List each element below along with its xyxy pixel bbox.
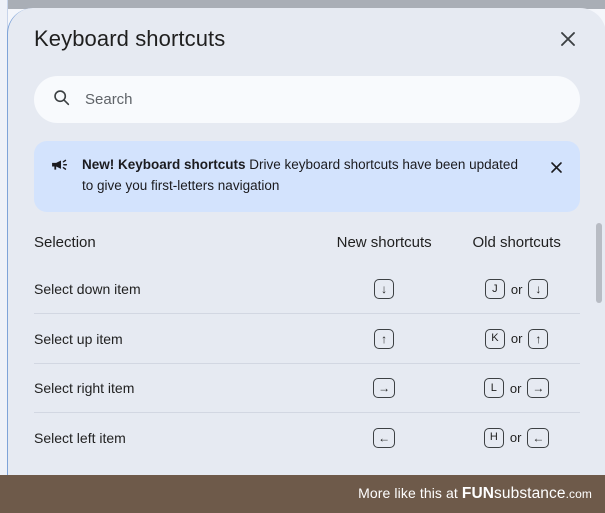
- table-row: Select down item ↓ Jor ↓: [34, 265, 580, 314]
- shortcuts-table: Selection New shortcuts Old shortcuts Se…: [34, 226, 580, 462]
- new-shortcut-keys: ←: [373, 427, 396, 448]
- shortcut-action-label: Select up item: [34, 313, 316, 364]
- or-separator: or: [509, 380, 522, 396]
- dismiss-announcement-button[interactable]: [542, 155, 570, 183]
- key-cap: ↑: [374, 328, 395, 349]
- key-cap: ↑: [528, 328, 549, 349]
- new-shortcut-keys: ↑: [374, 328, 395, 349]
- old-shortcut-cell: Jor ↓: [453, 265, 580, 314]
- search-box[interactable]: [34, 76, 580, 123]
- close-icon: [549, 160, 564, 178]
- watermark-brand-bold: FUN: [461, 485, 495, 502]
- key-cap: K: [484, 328, 505, 349]
- table-row: Select left item ← Hor ←: [34, 412, 580, 462]
- search-icon: [52, 88, 71, 112]
- page-title: Keyboard shortcuts: [34, 26, 226, 51]
- shortcut-action-label: Select down item: [34, 281, 141, 298]
- or-separator: or: [509, 430, 522, 446]
- close-dialog-button[interactable]: [548, 19, 588, 59]
- watermark-prefix: More like this at: [358, 485, 462, 501]
- announcement-headline: New! Keyboard shortcuts: [82, 157, 246, 172]
- old-shortcut-keys: Hor ←: [483, 427, 550, 448]
- key-cap: L: [483, 378, 504, 399]
- column-header-new-shortcuts: New shortcuts: [336, 233, 432, 251]
- new-shortcut-keys: ↓: [374, 279, 395, 300]
- search-input[interactable]: [85, 76, 562, 123]
- key-cap: ↓: [528, 279, 549, 300]
- shortcuts-table-body: Select down item ↓ Jor ↓ Select up item ↑ Kor ↑…: [34, 265, 580, 462]
- new-shortcut-keys: →: [373, 378, 396, 399]
- key-cap: H: [483, 427, 504, 448]
- watermark-bar: More like this at FUNsubstance.com: [0, 475, 605, 513]
- watermark-domain: .com: [565, 487, 592, 501]
- key-cap: ↓: [374, 279, 395, 300]
- key-cap: →: [527, 378, 550, 399]
- old-shortcut-keys: Lor →: [483, 378, 550, 399]
- shortcut-action-label: Select right item: [34, 362, 316, 413]
- dialog-header: Keyboard shortcuts: [8, 8, 605, 70]
- search-section: [8, 70, 605, 123]
- column-header-selection: Selection: [34, 233, 96, 251]
- dialog-scrollbar[interactable]: [594, 218, 605, 475]
- new-shortcut-cell: ↑: [315, 313, 454, 364]
- old-shortcut-keys: Jor ↓: [484, 279, 549, 300]
- shortcuts-table-head: Selection New shortcuts Old shortcuts: [34, 226, 580, 265]
- key-cap: ←: [527, 427, 550, 448]
- old-shortcut-keys: Kor ↑: [484, 328, 549, 349]
- keyboard-shortcuts-dialog: Keyboard shortcuts Search New! Keyboard …: [7, 8, 605, 475]
- new-shortcut-cell: →: [315, 362, 454, 413]
- dialog-scrollbar-thumb[interactable]: [596, 223, 602, 303]
- table-header-row: Selection New shortcuts Old shortcuts: [34, 226, 580, 265]
- close-icon: [558, 29, 578, 49]
- key-cap: ←: [373, 427, 396, 448]
- campaign-megaphone-icon: [50, 154, 69, 180]
- table-row: Select up item ↑ Kor ↑: [34, 313, 580, 364]
- old-shortcut-cell: Hor ←: [453, 412, 580, 462]
- old-shortcut-cell: Kor ↑: [453, 313, 580, 364]
- watermark-brand-rest: substance: [494, 485, 566, 502]
- new-shortcut-cell: ←: [315, 412, 454, 462]
- shortcuts-table-wrap: Selection New shortcuts Old shortcuts Se…: [8, 226, 605, 462]
- key-cap: →: [373, 378, 396, 399]
- announcement-banner: New! Keyboard shortcuts Drive keyboard s…: [34, 141, 580, 212]
- announcement-section: New! Keyboard shortcuts Drive keyboard s…: [8, 123, 605, 212]
- new-shortcut-cell: ↓: [315, 265, 453, 314]
- announcement-text: New! Keyboard shortcuts Drive keyboard s…: [82, 154, 529, 197]
- or-separator: or: [510, 281, 523, 297]
- old-shortcut-cell: Lor →: [453, 362, 580, 413]
- table-row: Select right item → Lor →: [34, 362, 580, 413]
- key-cap: J: [484, 279, 505, 300]
- column-header-old-shortcuts: Old shortcuts: [472, 233, 561, 251]
- watermark-text: More like this at FUNsubstance.com: [358, 485, 592, 503]
- shortcut-action-label: Select left item: [34, 412, 316, 462]
- or-separator: or: [510, 331, 523, 347]
